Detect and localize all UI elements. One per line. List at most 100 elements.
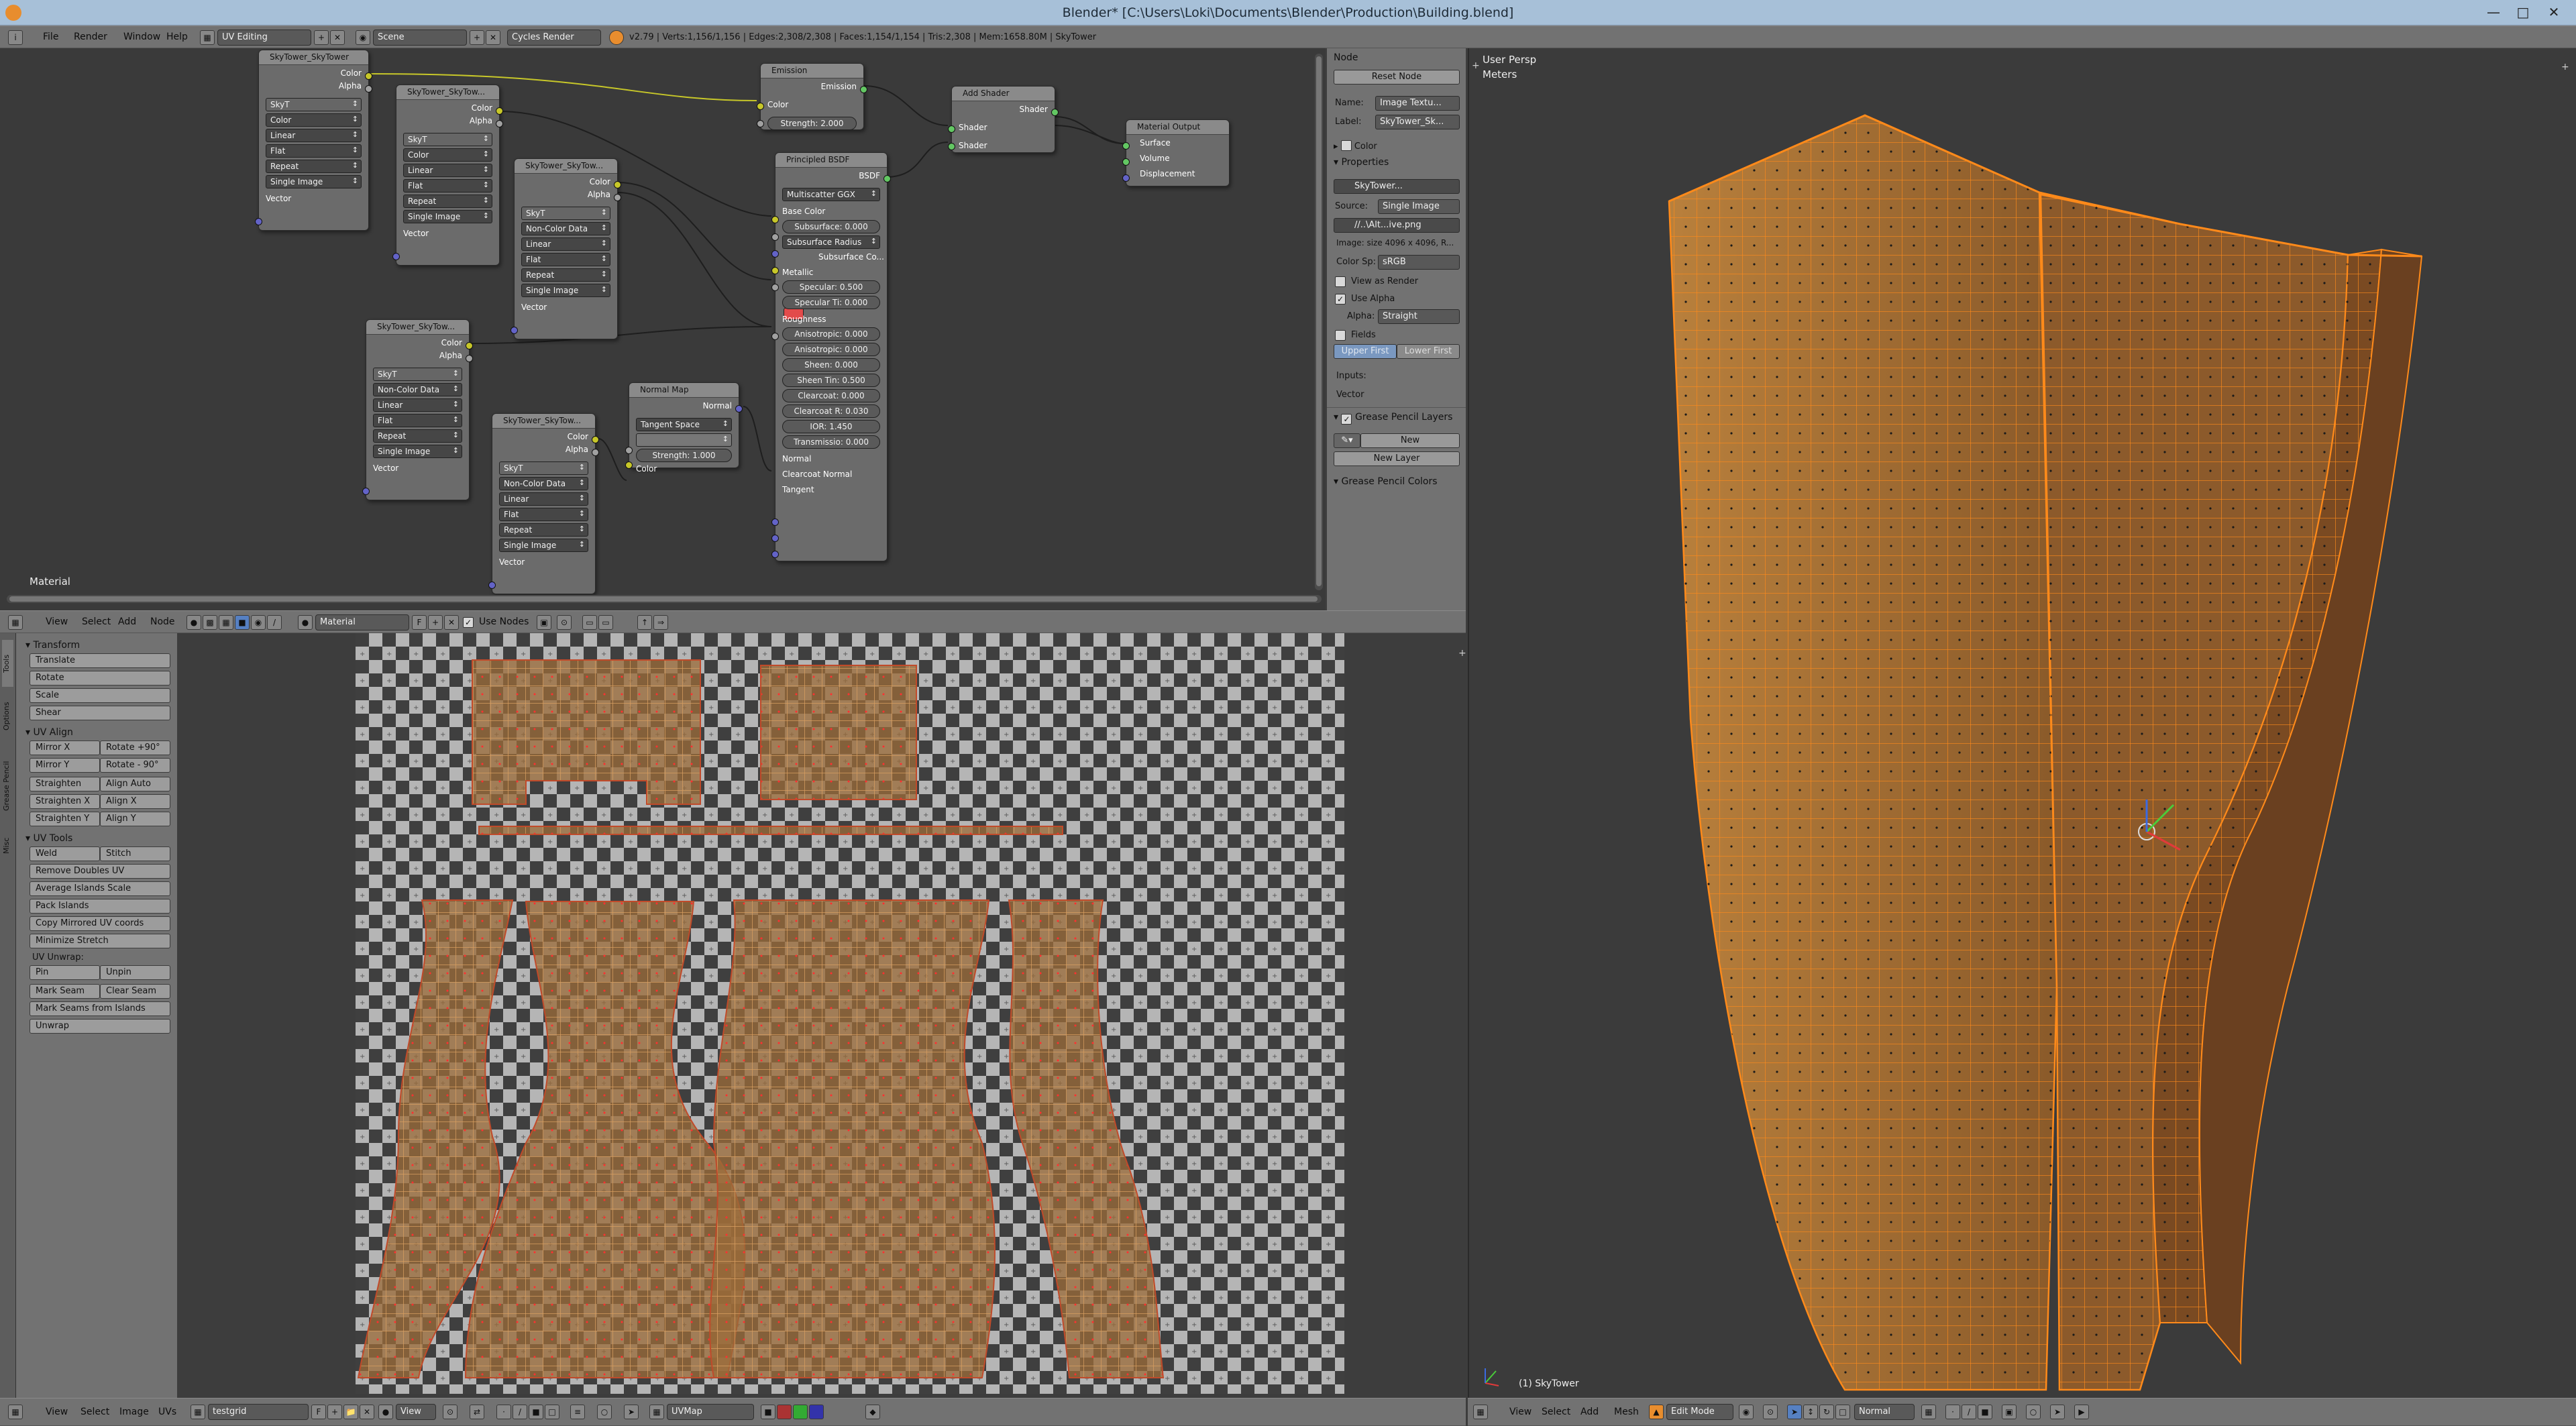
face-select-icon[interactable]: ■	[529, 1405, 543, 1419]
compositing-icon[interactable]: ▩	[203, 615, 217, 630]
menu-node[interactable]: Node	[150, 616, 175, 627]
proportional-edit-icon[interactable]: ○	[2026, 1405, 2041, 1419]
strength-field[interactable]: Strength: 2.000	[767, 117, 857, 130]
pivot-point-icon[interactable]: ⊙	[1763, 1405, 1778, 1419]
source-select[interactable]: Single Image	[403, 210, 492, 223]
material-output-node[interactable]: Material Output Surface Volume Displacem…	[1122, 119, 1230, 186]
editor-type-icon[interactable]: ▦	[8, 615, 23, 630]
manipulator-icon[interactable]: ➤	[1787, 1405, 1802, 1419]
render-preview-icon[interactable]: ▶	[2074, 1405, 2089, 1419]
align-auto-button[interactable]: Align Auto	[100, 777, 170, 791]
image-texture-node[interactable]: SkyTower_SkyTow... Color Alpha SkyT Colo…	[392, 85, 503, 266]
menu-uvs[interactable]: UVs	[158, 1407, 176, 1417]
linestyle-icon[interactable]: /	[267, 615, 282, 630]
menu-mesh[interactable]: Mesh	[1614, 1407, 1639, 1417]
editor-type-icon[interactable]: ▦	[8, 1405, 23, 1419]
info-editor-icon[interactable]: i	[8, 30, 23, 45]
color-output-socket[interactable]	[592, 436, 599, 443]
node-title[interactable]: SkyTower_SkyTow...	[492, 414, 595, 429]
sheen-field[interactable]: Sheen: 0.000	[782, 358, 880, 372]
open-image-icon[interactable]: 📁	[343, 1405, 358, 1419]
mark-seam-button[interactable]: Mark Seam	[30, 984, 100, 999]
uv-sync-icon[interactable]: ⇄	[470, 1405, 484, 1419]
distribution-select[interactable]: Multiscatter GGX	[782, 188, 880, 201]
image-texture-node[interactable]: SkyTower_SkyTower Color Alpha SkyT Color…	[255, 50, 372, 231]
upper-first-toggle[interactable]: Upper First	[1334, 344, 1397, 359]
filepath-field[interactable]: //..\Alt...ive.png	[1334, 218, 1460, 233]
average-islands-scale-button[interactable]: Average Islands Scale	[30, 881, 170, 896]
uv-editor-canvas[interactable]: + +	[177, 633, 1466, 1398]
scale-button[interactable]: Scale	[30, 688, 170, 703]
pin-image-icon[interactable]: ●	[378, 1405, 393, 1419]
image-datablock-field[interactable]: SkyTower...	[1334, 179, 1460, 194]
transform-section[interactable]: ▾ Transform	[25, 640, 168, 651]
principled-bsdf-node[interactable]: Principled BSDF BSDF Multiscatter GGX Ba…	[771, 152, 891, 561]
rotate-manipulator-icon[interactable]: ↻	[1819, 1405, 1834, 1419]
extension-select[interactable]: Repeat	[521, 268, 610, 282]
sticky-select-icon[interactable]: ≡	[570, 1405, 585, 1419]
color-input-socket[interactable]	[625, 461, 633, 469]
interpolation-select[interactable]: Linear	[373, 398, 462, 412]
vector-input-socket[interactable]	[511, 327, 518, 334]
node-title[interactable]: SkyTower_SkyTow...	[515, 159, 617, 174]
backdrop-icon[interactable]: ▣	[537, 615, 551, 630]
image-selector[interactable]: SkyT	[499, 461, 588, 475]
extension-select[interactable]: Repeat	[266, 160, 362, 173]
screen-layout-field[interactable]: UV Editing	[217, 30, 311, 46]
space-select[interactable]: Tangent Space	[636, 418, 732, 431]
3d-viewport[interactable]: User Persp Meters + + (1) SkyTower	[1468, 48, 2576, 1398]
anisotropic-field[interactable]: Anisotropic: 0.000	[782, 327, 880, 341]
node-title[interactable]: Material Output	[1126, 120, 1229, 135]
face-select-icon[interactable]: ■	[1978, 1405, 1992, 1419]
unlink-material-icon[interactable]: ✕	[444, 615, 459, 630]
scene-field[interactable]: Scene	[373, 30, 467, 46]
edge-select-icon[interactable]: /	[1962, 1405, 1976, 1419]
source-dropdown[interactable]: Single Image	[1378, 199, 1460, 214]
vertex-select-icon[interactable]: ·	[496, 1405, 511, 1419]
view-as-render-checkbox[interactable]	[1335, 276, 1346, 287]
minimize-stretch-button[interactable]: Minimize Stretch	[30, 934, 170, 948]
menu-view[interactable]: View	[1509, 1407, 1532, 1417]
world-shader-icon[interactable]: ◉	[251, 615, 266, 630]
uvmap-field[interactable]: UVMap	[667, 1404, 754, 1420]
projection-select[interactable]: Flat	[521, 253, 610, 266]
fields-checkbox[interactable]	[1335, 330, 1346, 341]
remove-scene-icon[interactable]: ✕	[486, 30, 500, 45]
channels-icon[interactable]: ■	[761, 1405, 775, 1419]
screen-layout-icon[interactable]: ▦	[200, 30, 215, 45]
strength-input-socket[interactable]	[757, 120, 764, 127]
vertex-select-icon[interactable]: ·	[1945, 1405, 1960, 1419]
menu-window[interactable]: Window	[123, 32, 160, 42]
blue-channel-icon[interactable]	[809, 1405, 824, 1419]
island-select-icon[interactable]: □	[545, 1405, 559, 1419]
add-layout-icon[interactable]: +	[314, 30, 329, 45]
mirror-x-button[interactable]: Mirror X	[30, 741, 100, 755]
mode-dropdown[interactable]: Edit Mode	[1666, 1404, 1733, 1420]
snap-icon[interactable]: ➤	[624, 1405, 639, 1419]
menu-help[interactable]: Help	[166, 32, 188, 42]
copy-mirrored-uv-button[interactable]: Copy Mirrored UV coords	[30, 916, 170, 931]
properties-section[interactable]: ▾ Properties	[1334, 157, 1389, 168]
clear-seam-button[interactable]: Clear Seam	[100, 984, 170, 999]
color-section[interactable]: ▸ Color	[1334, 138, 1377, 152]
gp-new-layer-button[interactable]: New Layer	[1334, 451, 1460, 466]
roughness-socket[interactable]	[771, 333, 779, 340]
interpolation-select[interactable]: Linear	[521, 237, 610, 251]
transmission-field[interactable]: Transmissio: 0.000	[782, 435, 880, 449]
node-title[interactable]: SkyTower_SkyTow...	[396, 85, 499, 100]
tab-options[interactable]: Options	[2, 690, 13, 743]
scale-manipulator-icon[interactable]: □	[1835, 1405, 1850, 1419]
source-select[interactable]: Single Image	[266, 175, 362, 188]
use-alpha-checkbox[interactable]: ✓	[1335, 294, 1346, 305]
rotate-minus-90-button[interactable]: Rotate - 90°	[100, 758, 170, 773]
viewport-shading-icon[interactable]: ◉	[1739, 1405, 1754, 1419]
subsurface-field[interactable]: Subsurface: 0.000	[782, 220, 880, 233]
emission-output-socket[interactable]	[860, 86, 867, 93]
colorspace-dropdown[interactable]: sRGB	[1378, 255, 1460, 270]
extension-select[interactable]: Repeat	[499, 523, 588, 537]
menu-add[interactable]: Add	[1580, 1407, 1599, 1417]
shader-nodes-icon[interactable]: ●	[186, 615, 201, 630]
gp-layers-checkbox[interactable]: ✓	[1341, 414, 1352, 425]
source-select[interactable]: Single Image	[499, 539, 588, 552]
add-shader-node[interactable]: Add Shader Shader Shader Shader	[948, 86, 1059, 153]
